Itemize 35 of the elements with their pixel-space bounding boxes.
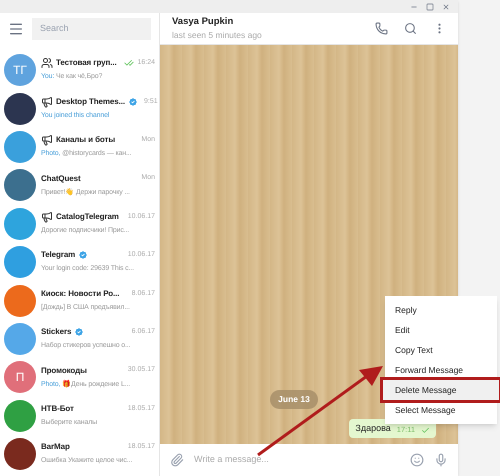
chat-name: Промокоды bbox=[41, 364, 87, 377]
chat-name: Тестовая груп... bbox=[56, 57, 117, 70]
message-text: Здарова bbox=[355, 422, 391, 435]
menu-item[interactable]: Select Message bbox=[385, 400, 497, 420]
group-icon bbox=[41, 57, 53, 70]
megaphone-icon bbox=[41, 96, 53, 108]
chat-name: BarMap bbox=[41, 441, 70, 454]
avatar: П bbox=[4, 361, 36, 394]
chat-name: Telegram bbox=[41, 249, 76, 262]
chat-name: НТВ-Бот bbox=[41, 402, 74, 415]
maximize-icon[interactable] bbox=[426, 2, 434, 10]
close-icon[interactable] bbox=[442, 2, 450, 10]
chat-name: Каналы и боты bbox=[56, 134, 116, 146]
contact-name: Vasya Pupkin bbox=[172, 15, 234, 29]
chat-name: ChatQuest bbox=[41, 172, 81, 185]
emoji-icon[interactable] bbox=[410, 453, 424, 467]
menu-item[interactable]: Edit bbox=[385, 320, 497, 340]
menu-item[interactable]: Copy Text bbox=[385, 340, 497, 360]
chat-name: Киоск: Новости Ро... bbox=[41, 288, 120, 300]
date-badge: June 13 bbox=[270, 390, 318, 408]
chat-name: Desktop Themes... bbox=[56, 96, 125, 108]
last-seen-status: last seen 5 minutes ago bbox=[172, 29, 263, 42]
chat-name: CatalogTelegram bbox=[56, 211, 119, 223]
menu-item[interactable]: Forward Message bbox=[385, 360, 497, 380]
phone-icon[interactable] bbox=[375, 22, 388, 35]
chat-name: Stickers bbox=[41, 326, 72, 338]
menu-icon[interactable] bbox=[8, 21, 24, 37]
avatar: ТГ bbox=[4, 54, 36, 86]
megaphone-icon bbox=[41, 134, 53, 146]
attach-icon[interactable] bbox=[170, 453, 184, 467]
search-icon[interactable] bbox=[404, 22, 417, 35]
microphone-icon[interactable] bbox=[434, 453, 448, 467]
menu-item[interactable]: Delete Message bbox=[383, 380, 499, 400]
menu-item[interactable]: Reply bbox=[385, 300, 497, 320]
megaphone-icon bbox=[41, 211, 53, 223]
